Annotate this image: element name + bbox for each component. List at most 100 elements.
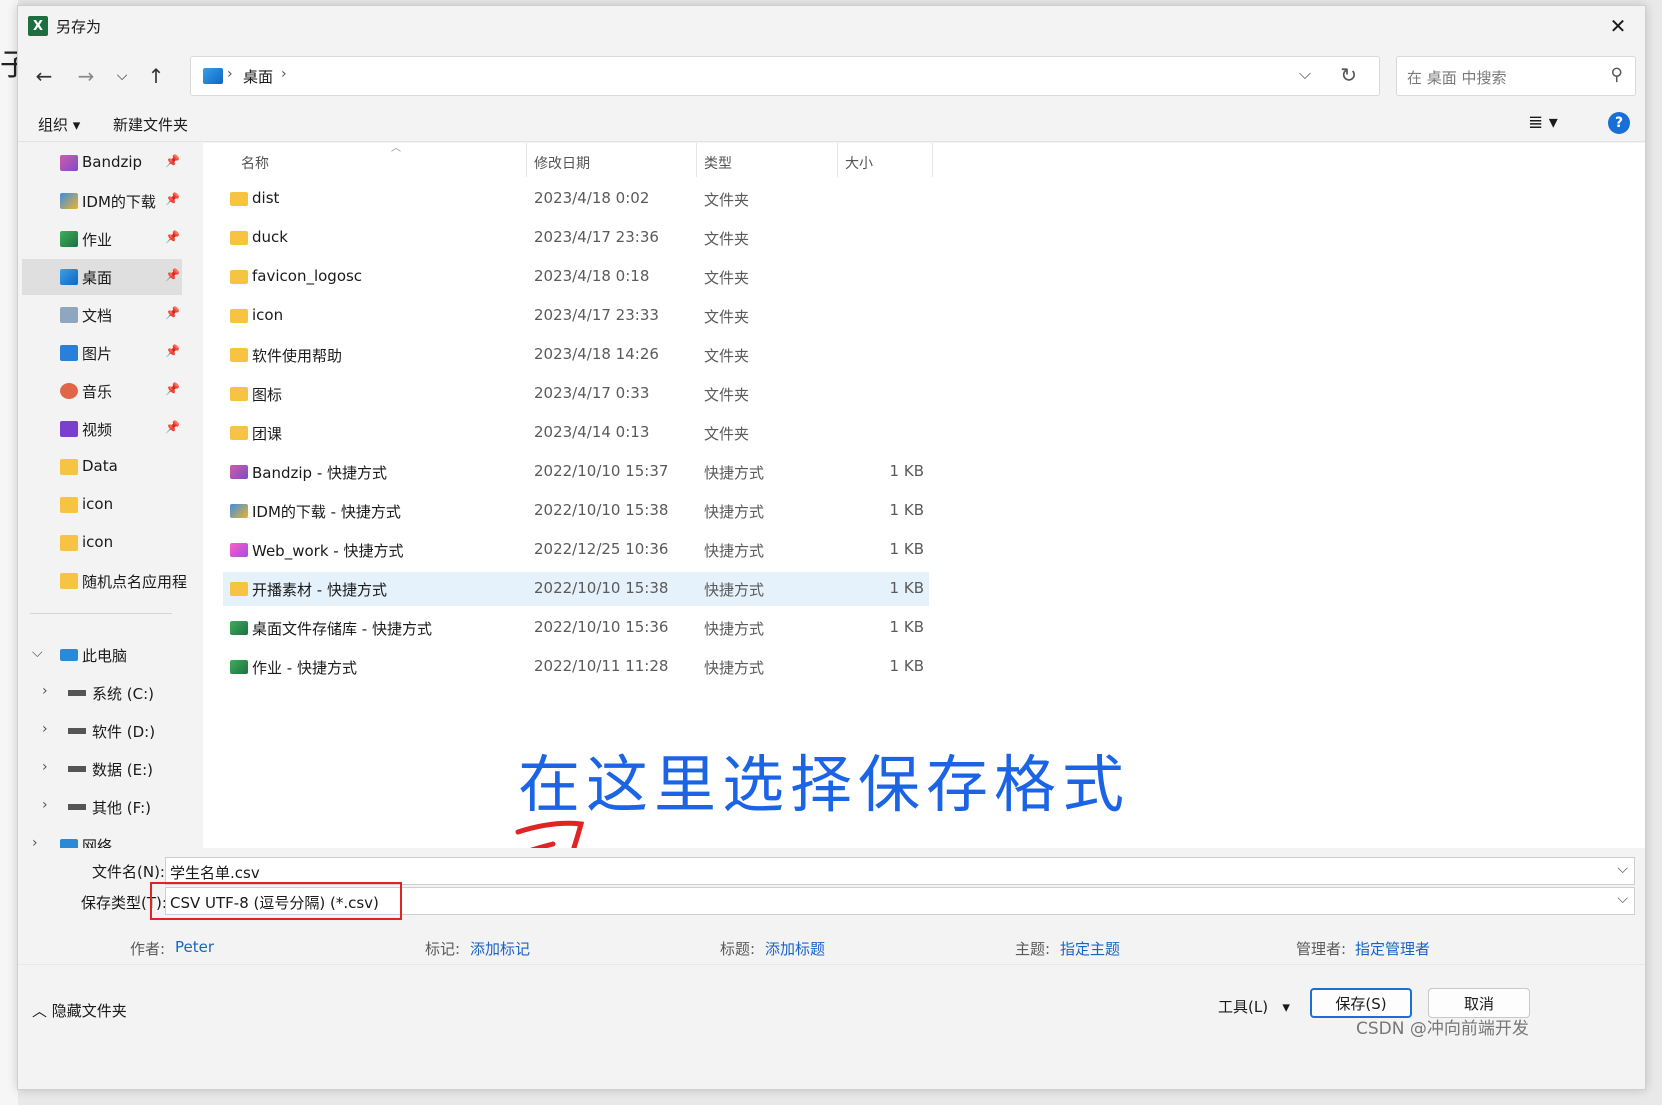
search-icon: ⚲ (1610, 65, 1623, 85)
chevron-down-icon[interactable]: ⌵ (1617, 891, 1628, 907)
view-options-button[interactable]: ≣ ▾ (1528, 112, 1558, 133)
back-button[interactable]: ← (28, 60, 60, 92)
chevron-right-icon: › (42, 759, 48, 775)
tree-item-drive-d[interactable]: › 软件 (D:) (42, 713, 201, 749)
search-box[interactable]: 在 桌面 中搜索 ⚲ (1396, 56, 1636, 96)
column-header-size[interactable]: 大小 (845, 153, 873, 173)
file-date: 2022/10/10 15:38 (534, 501, 669, 519)
document-icon (60, 307, 78, 323)
add-tags-link[interactable]: 添加标记 (470, 938, 530, 959)
tree-item-this-pc[interactable]: ⌵ 此电脑 (32, 637, 201, 673)
file-row[interactable]: dist 2023/4/18 0:02 文件夹 (223, 182, 929, 216)
tree-item-drive-f[interactable]: › 其他 (F:) (42, 789, 201, 825)
sidebar-item-desktop[interactable]: 桌面 📌 (22, 259, 182, 295)
file-name: duck (252, 228, 288, 246)
forward-button[interactable]: → (70, 60, 102, 92)
file-type: 快捷方式 (704, 542, 765, 560)
file-row[interactable]: icon 2023/4/17 23:33 文件夹 (223, 299, 929, 333)
sidebar-item-icon[interactable]: icon (22, 487, 182, 523)
file-type: 文件夹 (704, 191, 750, 209)
file-type: 文件夹 (704, 386, 750, 404)
address-bar[interactable]: › 桌面 › ⌵ ↻ (190, 56, 1380, 96)
sidebar-item-label: 图片 (82, 345, 113, 363)
file-row[interactable]: 图标 2023/4/17 0:33 文件夹 (223, 377, 929, 411)
sidebar-item-documents[interactable]: 文档 📌 (22, 297, 182, 333)
sidebar-item-data[interactable]: Data (22, 449, 182, 485)
file-name: IDM的下载 - 快捷方式 (252, 503, 401, 521)
refresh-button[interactable]: ↻ (1340, 63, 1357, 87)
file-row[interactable]: 团课 2023/4/14 0:13 文件夹 (223, 416, 929, 450)
file-row[interactable]: duck 2023/4/17 23:36 文件夹 (223, 221, 929, 255)
sidebar-item-label: 视频 (82, 421, 113, 439)
chevron-right-icon: › (42, 683, 48, 699)
sidebar-item-idm-downloads[interactable]: IDM的下载 📌 (22, 183, 182, 219)
add-title-link[interactable]: 添加标题 (765, 938, 825, 959)
sidebar-item-bandzip[interactable]: Bandzip 📌 (22, 145, 182, 181)
sidebar-item-random-call[interactable]: 随机点名应用程 (22, 563, 187, 599)
column-divider[interactable] (837, 143, 838, 177)
file-row[interactable]: 作业 - 快捷方式 2022/10/11 11:28 快捷方式 1 KB (223, 650, 929, 684)
author-value[interactable]: Peter (175, 938, 214, 956)
file-row[interactable]: 开播素材 - 快捷方式 2022/10/10 15:38 快捷方式 1 KB (223, 572, 929, 606)
file-size: 1 KB (889, 618, 924, 636)
folder-icon (230, 231, 248, 245)
drive-icon (68, 728, 86, 734)
sidebar-item-homework[interactable]: 作业 📌 (22, 221, 182, 257)
file-row[interactable]: Bandzip - 快捷方式 2022/10/10 15:37 快捷方式 1 K… (223, 455, 929, 489)
tree-item-label: 软件 (D:) (92, 723, 156, 741)
command-bar: 组织 ▾ 新建文件夹 ≣ ▾ ? (18, 104, 1645, 142)
help-icon[interactable]: ? (1608, 112, 1630, 134)
shortcut-icon (230, 504, 248, 518)
tools-button[interactable]: 工具(L) ▾ (1218, 996, 1290, 1017)
navigation-pane: Bandzip 📌 IDM的下载 📌 作业 📌 桌面 📌 文档 📌 图片 📌 音… (18, 143, 201, 848)
set-manager-link[interactable]: 指定管理者 (1355, 938, 1430, 959)
folder-icon (230, 348, 248, 362)
column-divider[interactable] (932, 143, 933, 177)
chevron-right-icon: › (227, 66, 233, 82)
hide-folders-button[interactable]: ︿ 隐藏文件夹 (32, 1000, 127, 1021)
sidebar-item-label: 随机点名应用程 (82, 573, 188, 591)
close-button[interactable]: ✕ (1601, 10, 1635, 42)
file-row[interactable]: 软件使用帮助 2023/4/18 14:26 文件夹 (223, 338, 929, 372)
sidebar-item-icon-2[interactable]: icon (22, 525, 182, 561)
column-divider[interactable] (696, 143, 697, 177)
breadcrumb-desktop[interactable]: 桌面 (243, 66, 273, 87)
file-type: 文件夹 (704, 347, 750, 365)
set-subject-link[interactable]: 指定主题 (1060, 938, 1120, 959)
sidebar-item-label: Bandzip (82, 153, 143, 171)
chevron-right-icon: › (42, 721, 48, 737)
search-input[interactable]: 在 桌面 中搜索 (1407, 67, 1507, 88)
column-header-type[interactable]: 类型 (704, 153, 732, 173)
library-icon (60, 231, 78, 247)
folder-icon (230, 192, 248, 206)
address-dropdown-button[interactable]: ⌵ (1299, 64, 1311, 84)
sidebar-item-videos[interactable]: 视频 📌 (22, 411, 182, 447)
filename-field[interactable]: 学生名单.csv ⌵ (165, 857, 1635, 885)
up-button[interactable]: ↑ (140, 60, 172, 92)
file-row[interactable]: IDM的下载 - 快捷方式 2022/10/10 15:38 快捷方式 1 KB (223, 494, 929, 528)
filename-input[interactable]: 学生名单.csv (170, 862, 260, 883)
tree-item-label: 网络 (82, 837, 113, 848)
tree-item-drive-e[interactable]: › 数据 (E:) (42, 751, 201, 787)
column-header-modified[interactable]: 修改日期 (534, 153, 590, 173)
new-folder-button[interactable]: 新建文件夹 (113, 114, 188, 135)
column-header-name[interactable]: 名称 (241, 153, 269, 173)
file-type: 文件夹 (704, 269, 750, 287)
tree-item-network[interactable]: › 网络 (32, 827, 201, 848)
desktop-icon (203, 68, 223, 84)
tree-item-drive-c[interactable]: › 系统 (C:) (42, 675, 201, 711)
sidebar-item-pictures[interactable]: 图片 📌 (22, 335, 182, 371)
file-row[interactable]: 桌面文件存储库 - 快捷方式 2022/10/10 15:36 快捷方式 1 K… (223, 611, 929, 645)
column-divider[interactable] (526, 143, 527, 177)
caret-down-icon: ▾ (1272, 998, 1290, 1016)
file-row[interactable]: Web_work - 快捷方式 2022/12/25 10:36 快捷方式 1 … (223, 533, 929, 567)
pin-icon: 📌 (165, 230, 180, 244)
recent-locations-button[interactable]: ⌵ (106, 60, 138, 92)
sidebar-item-label: IDM的下载 (82, 193, 156, 211)
file-date: 2023/4/18 0:18 (534, 267, 650, 285)
chevron-down-icon[interactable]: ⌵ (1617, 861, 1628, 877)
sidebar-item-music[interactable]: 音乐 📌 (22, 373, 182, 409)
list-view-icon: ≣ ▾ (1528, 112, 1558, 133)
organize-button[interactable]: 组织 ▾ (38, 114, 80, 135)
file-row[interactable]: favicon_logosc 2023/4/18 0:18 文件夹 (223, 260, 929, 294)
